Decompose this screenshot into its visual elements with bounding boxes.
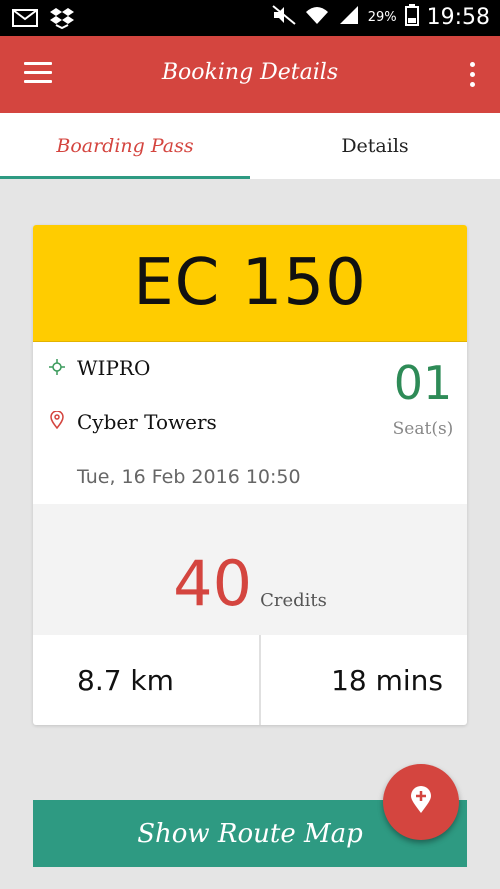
- origin-crosshair-icon: [49, 356, 65, 380]
- location-add-icon: [410, 786, 432, 818]
- status-bar: 29% 19:58: [0, 0, 500, 36]
- tab-boarding-pass[interactable]: Boarding Pass: [0, 113, 250, 179]
- mute-icon: [272, 5, 296, 29]
- seats-label: Seat(s): [392, 418, 454, 439]
- duration-value: 18 mins: [331, 663, 443, 697]
- mail-icon: [12, 9, 38, 31]
- trip-info: WIPRO Cyber Towers Tue, 16 Feb 2016 10:5…: [33, 342, 467, 504]
- distance-value: 8.7 km: [77, 663, 174, 697]
- trip-datetime: Tue, 16 Feb 2016 10:50: [77, 466, 301, 488]
- to-row: Cyber Towers: [49, 410, 217, 434]
- wifi-icon: [304, 5, 330, 29]
- battery-icon: [404, 4, 419, 30]
- boarding-pass-card: EC 150 WIPRO Cyber Towers Tue, 16 Feb 20…: [33, 225, 467, 725]
- credits-label: Credits: [260, 590, 327, 611]
- trip-stats: 8.7 km 18 mins: [33, 635, 467, 725]
- more-vertical-icon[interactable]: [468, 62, 476, 88]
- add-location-fab[interactable]: [383, 764, 459, 840]
- tab-details[interactable]: Details: [250, 113, 500, 179]
- to-location: Cyber Towers: [77, 410, 217, 434]
- battery-percent: 29%: [367, 9, 397, 25]
- from-row: WIPRO: [49, 356, 150, 380]
- from-location: WIPRO: [77, 356, 151, 380]
- destination-pin-icon: [49, 410, 65, 434]
- seats-block: 01 Seat(s): [383, 358, 463, 439]
- status-time: 19:58: [426, 4, 490, 30]
- signal-icon: [338, 5, 360, 29]
- seats-value: 01: [393, 356, 453, 410]
- vehicle-code: EC 150: [33, 225, 467, 342]
- credits-block: 40 Credits: [33, 504, 467, 635]
- credits-value: 40: [173, 547, 253, 620]
- dropbox-icon: [50, 7, 74, 33]
- tab-bar: Boarding Pass Details: [0, 113, 500, 179]
- app-bar: Booking Details: [0, 36, 500, 113]
- page-title: Booking Details: [161, 60, 339, 85]
